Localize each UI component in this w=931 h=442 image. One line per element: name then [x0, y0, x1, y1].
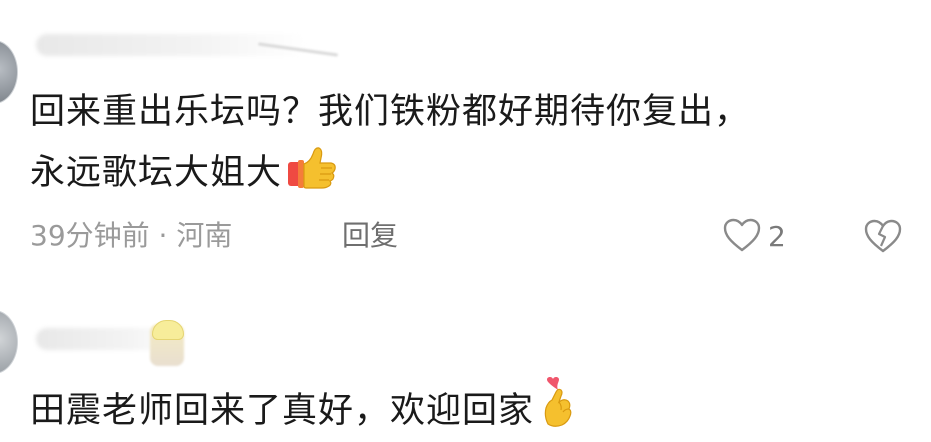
user-badge-icon — [152, 320, 184, 340]
like-button[interactable]: 2 — [722, 217, 786, 257]
avatar[interactable] — [0, 40, 18, 104]
finger-heart-icon — [538, 376, 578, 441]
reply-button[interactable]: 回复 — [342, 214, 398, 258]
heart-icon — [722, 217, 762, 257]
comment-text-line-2-label: 永远歌坛大姐大 — [30, 153, 283, 193]
comment-text-line-1-label: 田震老师回来了真好，欢迎回家 — [30, 391, 535, 431]
broken-heart-icon — [864, 219, 902, 258]
comment-text-line-1: 回来重出乐坛吗？我们铁粉都好期待你复出， — [30, 92, 751, 132]
comment-item-1: 回来重出乐坛吗？我们铁粉都好期待你复出， 永远歌坛大姐大 39分钟前 · 河南 … — [0, 0, 931, 280]
comment-item-2: 田震老师回来了真好，欢迎回家 — [0, 300, 931, 442]
comment-text-line-2: 永远歌坛大姐大 — [30, 144, 338, 203]
thumbs-up-icon — [286, 144, 338, 203]
dislike-button[interactable] — [864, 218, 902, 256]
comment-text-line-1: 田震老师回来了真好，欢迎回家 — [30, 376, 578, 441]
like-count: 2 — [768, 220, 786, 253]
avatar[interactable] — [0, 310, 18, 374]
comment-meta: 39分钟前 · 河南 — [30, 219, 233, 252]
